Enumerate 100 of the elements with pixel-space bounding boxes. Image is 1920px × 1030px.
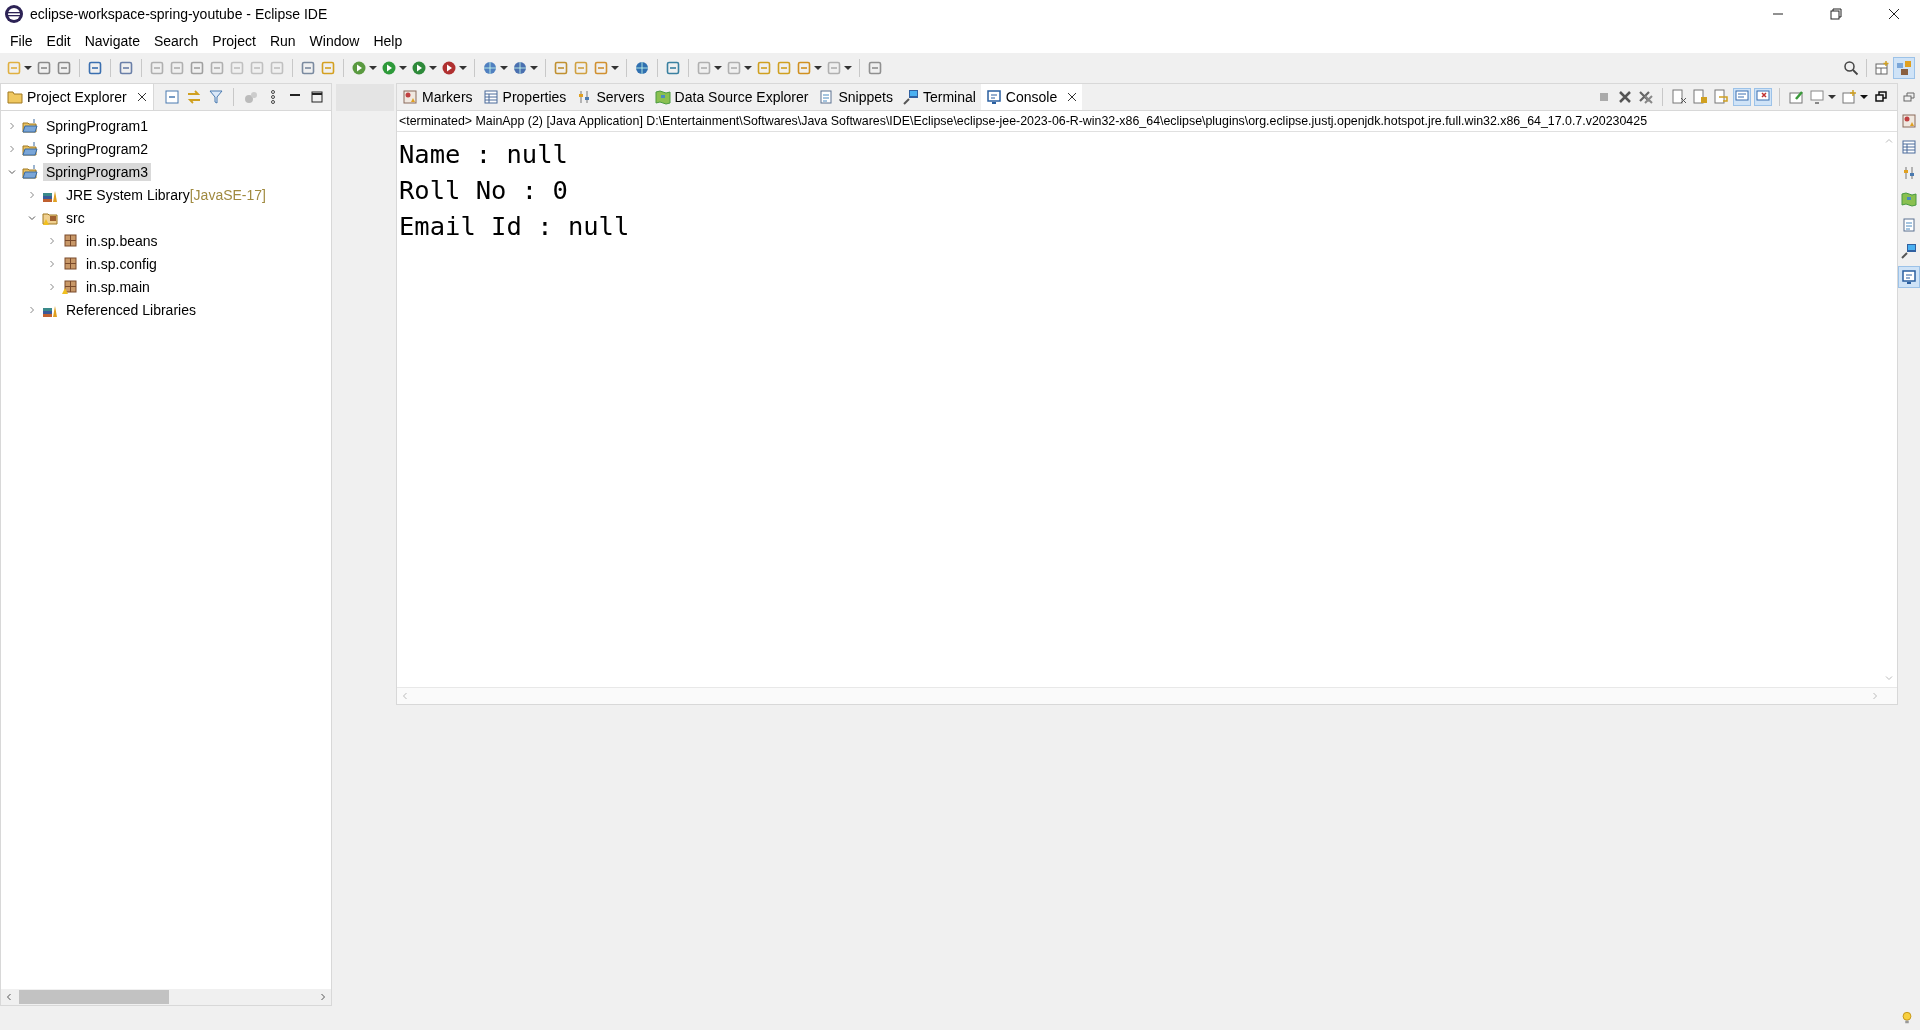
properties-view-icon — [1901, 139, 1917, 155]
toolbar-tool-icon[interactable] — [411, 60, 427, 76]
expand-chevron-icon[interactable] — [7, 143, 17, 154]
view-tab[interactable]: Terminal — [897, 84, 981, 110]
terminal-view-icon — [1901, 243, 1917, 259]
tree-item[interactable]: SpringProgram3 — [43, 162, 151, 181]
dropdown-caret-icon[interactable] — [814, 64, 822, 72]
restore-icon[interactable] — [1873, 89, 1889, 105]
console-output-line: Name : null — [399, 138, 569, 171]
expand-chevron-icon[interactable] — [27, 189, 37, 200]
view-tab[interactable]: Servers — [571, 84, 650, 110]
dropdown-caret-icon[interactable] — [611, 64, 619, 72]
tree-item[interactable]: SpringProgram2 — [43, 139, 151, 158]
dropdown-caret-icon[interactable] — [1828, 93, 1836, 101]
maximize-icon[interactable] — [308, 89, 325, 105]
datasource-view-icon — [654, 89, 671, 105]
tree-item[interactable]: Referenced Libraries — [63, 300, 199, 319]
toolbar-tool-icon[interactable] — [441, 60, 457, 76]
show-error-icon[interactable] — [1755, 89, 1771, 105]
menu-item[interactable]: File — [3, 32, 40, 49]
expand-chevron-icon[interactable] — [47, 258, 57, 269]
tree-item[interactable]: in.sp.main — [83, 277, 153, 296]
close-icon[interactable] — [1067, 92, 1078, 102]
view-tab-label: Project Explorer — [27, 89, 127, 105]
dropdown-caret-icon[interactable] — [369, 64, 377, 72]
expand-chevron-icon[interactable] — [7, 120, 17, 131]
menu-item[interactable]: Edit — [39, 32, 78, 49]
word-wrap-icon[interactable] — [1713, 89, 1729, 105]
filter-icon[interactable] — [207, 89, 224, 105]
expand-chevron-icon[interactable] — [47, 281, 57, 292]
toolbar-tool-icon[interactable] — [118, 60, 134, 76]
menu-item[interactable]: Search — [146, 32, 206, 49]
dropdown-caret-icon[interactable] — [1860, 93, 1868, 101]
dropdown-caret-icon[interactable] — [844, 64, 852, 72]
console-view-icon — [985, 89, 1002, 105]
project-folder-icon — [22, 140, 38, 157]
toolbar-tool-icon[interactable] — [665, 60, 681, 76]
toolbar-tool-icon[interactable] — [381, 60, 397, 76]
package-icon — [62, 232, 78, 249]
toolbar-tool-icon[interactable] — [300, 60, 316, 76]
dropdown-caret-icon[interactable] — [459, 64, 467, 72]
datasource-view-icon — [1901, 191, 1917, 207]
tree-item[interactable]: JRE System Library[JavaSE-17] — [63, 185, 269, 204]
toolbar-tool-icon[interactable] — [87, 60, 103, 76]
console-output-line: Email Id : null — [399, 210, 631, 243]
gears-icon[interactable] — [242, 89, 259, 105]
remove-icon[interactable] — [1617, 89, 1633, 105]
tree-item[interactable]: SpringProgram1 — [43, 116, 151, 135]
markers-view-icon — [402, 89, 418, 105]
view-tab-label: Data Source Explorer — [674, 89, 809, 105]
properties-view-icon — [482, 89, 499, 105]
menu-item[interactable]: Run — [262, 32, 303, 49]
view-tab[interactable]: Console — [980, 84, 1083, 110]
dropdown-caret-icon[interactable] — [24, 64, 32, 72]
view-tab[interactable]: Project Explorer — [1, 84, 153, 110]
view-tab-label: Console — [1005, 89, 1058, 105]
expand-chevron-icon[interactable] — [27, 304, 37, 315]
link-arrows-icon[interactable] — [185, 89, 202, 105]
close-icon[interactable] — [1888, 8, 1900, 20]
clear-console-icon[interactable] — [1671, 89, 1687, 105]
servers-view-icon — [1901, 165, 1917, 181]
dropdown-caret-icon[interactable] — [744, 64, 752, 72]
tree-item[interactable]: in.sp.beans — [83, 231, 161, 250]
close-icon[interactable] — [136, 92, 147, 102]
collapse-all-icon[interactable] — [163, 89, 180, 105]
horizontal-scrollbar[interactable] — [1, 989, 331, 1005]
view-tab-label: Snippets — [838, 89, 893, 105]
view-tab[interactable]: Data Source Explorer — [649, 84, 814, 110]
dropdown-caret-icon[interactable] — [429, 64, 437, 72]
toolbar-tool-icon[interactable] — [56, 60, 72, 76]
menu-item[interactable]: Help — [366, 32, 410, 49]
menu-item[interactable]: Navigate — [77, 32, 147, 49]
tree-item[interactable]: src — [63, 208, 88, 227]
dropdown-caret-icon[interactable] — [399, 64, 407, 72]
lightbulb-icon[interactable] — [1900, 1011, 1914, 1025]
search-icon[interactable] — [1843, 60, 1859, 76]
scroll-lock-icon[interactable] — [1692, 89, 1708, 105]
snippets-view-icon — [1901, 217, 1917, 233]
menu-item[interactable]: Window — [302, 32, 367, 49]
show-output-icon[interactable] — [1734, 89, 1750, 105]
expand-chevron-icon[interactable] — [47, 235, 57, 246]
window-title: eclipse-workspace-spring-youtube - Eclipse IDE — [30, 6, 328, 22]
pin-icon[interactable] — [1788, 89, 1804, 105]
console-output-line: Roll No : 0 — [399, 174, 569, 207]
console-view-icon — [1901, 269, 1917, 285]
view-tab[interactable]: Properties — [477, 84, 572, 110]
toolbar-tool-icon[interactable] — [867, 60, 883, 76]
open-perspective-icon[interactable] — [1874, 60, 1890, 76]
tree-item[interactable]: in.sp.config — [83, 254, 160, 273]
menu-item[interactable]: Project — [205, 32, 263, 49]
restore-icon[interactable] — [1830, 8, 1842, 20]
remove-all-icon[interactable] — [1638, 89, 1654, 105]
dropdown-caret-icon[interactable] — [530, 64, 538, 72]
view-tab[interactable]: Markers — [397, 84, 478, 110]
dropdown-caret-icon[interactable] — [714, 64, 722, 72]
terminal-view-icon — [902, 89, 919, 105]
perspective-icon[interactable] — [1894, 58, 1914, 78]
eclipse-logo-icon — [4, 4, 24, 24]
dropdown-caret-icon[interactable] — [500, 64, 508, 72]
view-tab[interactable]: Snippets — [813, 84, 898, 110]
